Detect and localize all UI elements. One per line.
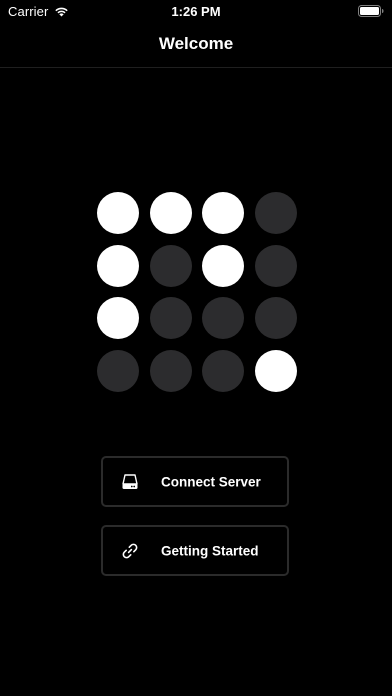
grid-dot bbox=[149, 297, 192, 340]
grid-dot bbox=[149, 244, 192, 287]
dot-grid-logo bbox=[97, 192, 297, 392]
connect-server-label: Connect Server bbox=[161, 474, 261, 489]
grid-dot bbox=[97, 297, 139, 340]
grid-dot bbox=[202, 349, 245, 392]
navigation-bar: Welcome bbox=[0, 22, 392, 68]
battery-icon bbox=[358, 5, 384, 17]
getting-started-button[interactable]: Getting Started bbox=[101, 525, 289, 576]
grid-dot bbox=[254, 349, 297, 392]
grid-dot bbox=[202, 297, 245, 340]
grid-dot bbox=[202, 244, 245, 287]
status-time: 1:26 PM bbox=[171, 4, 221, 19]
welcome-screen: Carrier 1:26 PM Welcome Connect Server G… bbox=[0, 0, 392, 696]
link-icon bbox=[120, 541, 140, 561]
page-title: Welcome bbox=[158, 34, 234, 53]
grid-dot bbox=[254, 297, 297, 340]
grid-dot bbox=[97, 349, 139, 392]
grid-dot bbox=[149, 192, 192, 234]
server-drive-icon bbox=[120, 472, 140, 492]
grid-dot bbox=[202, 192, 245, 234]
grid-dot bbox=[149, 349, 192, 392]
getting-started-label: Getting Started bbox=[161, 543, 259, 558]
grid-dot bbox=[254, 192, 297, 234]
grid-dot bbox=[254, 244, 297, 287]
grid-dot bbox=[97, 192, 139, 234]
status-bar: Carrier 1:26 PM bbox=[0, 0, 392, 22]
grid-dot bbox=[97, 244, 139, 287]
connect-server-button[interactable]: Connect Server bbox=[101, 456, 289, 507]
